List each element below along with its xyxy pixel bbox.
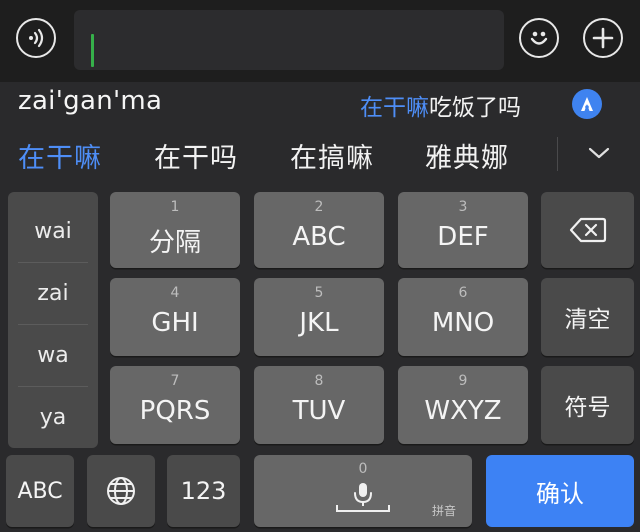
key-label: JKL (299, 308, 339, 338)
key-label: MNO (431, 308, 495, 338)
key-label: ABC (292, 222, 346, 252)
key-label: 分隔 (148, 228, 201, 258)
key-4[interactable]: 4 GHI (110, 278, 240, 356)
key-number: 7 (170, 373, 180, 389)
candidate-item[interactable]: 在干嘛 (18, 136, 102, 175)
key-8[interactable]: 8 TUV (254, 366, 384, 444)
num123-label: 123 (180, 477, 227, 505)
side-pinyin-item[interactable]: ya (8, 386, 98, 448)
t9-keyboard: wai zai wa ya 1 分隔 2 ABC 3 DEF 4 GHI 5 J… (0, 182, 640, 532)
symbols-button[interactable]: 符号 (541, 366, 634, 444)
key-label: DEF (437, 222, 489, 252)
confirm-label: 确认 (536, 479, 584, 508)
phrase-prediction[interactable]: 在干嘛吃饭了吗 (360, 88, 521, 122)
key-number: 6 (458, 285, 468, 301)
side-pinyin-item[interactable]: zai (8, 262, 98, 324)
key-2[interactable]: 2 ABC (254, 192, 384, 268)
key-1[interactable]: 1 分隔 (110, 192, 240, 268)
key-number: 8 (314, 373, 324, 389)
space-mode-tag: 拼音 (431, 504, 456, 518)
voice-input-button[interactable] (16, 18, 56, 58)
numeric-switch-button[interactable]: 123 (167, 455, 240, 527)
ai-assistant-icon[interactable] (572, 89, 602, 119)
chevron-down-icon (588, 147, 610, 159)
candidate-divider (557, 137, 558, 171)
side-pinyin-item[interactable]: wa (8, 324, 98, 386)
candidate-item[interactable]: 在搞嘛 (290, 136, 374, 175)
backspace-icon (569, 217, 606, 243)
backspace-button[interactable] (541, 192, 634, 268)
emoji-button[interactable] (519, 18, 559, 58)
text-caret (91, 34, 94, 67)
space-number: 0 (358, 461, 368, 477)
candidate-item[interactable]: 在干吗 (154, 136, 238, 175)
key-number: 4 (170, 285, 180, 301)
symbols-label: 符号 (564, 395, 611, 421)
voice-wave-icon (29, 28, 44, 48)
chat-input-bar (0, 0, 640, 82)
clear-label: 清空 (564, 307, 611, 333)
key-label: GHI (151, 308, 199, 338)
expand-candidates-button[interactable] (584, 142, 614, 164)
smiley-icon (530, 31, 548, 45)
pinyin-side-list[interactable]: wai zai wa ya (8, 192, 98, 448)
abc-switch-button[interactable]: ABC (6, 455, 74, 527)
globe-icon (107, 477, 135, 505)
confirm-button[interactable]: 确认 (486, 455, 634, 527)
key-number: 3 (458, 199, 468, 215)
key-9[interactable]: 9 WXYZ (398, 366, 528, 444)
key-5[interactable]: 5 JKL (254, 278, 384, 356)
key-number: 2 (314, 199, 324, 215)
plus-icon (592, 27, 614, 49)
globe-wrap (87, 455, 155, 527)
key-3[interactable]: 3 DEF (398, 192, 528, 268)
pinyin-composition: zai'gan'ma (18, 86, 163, 116)
candidate-item[interactable]: 雅典娜 (425, 136, 509, 175)
key-number: 5 (314, 285, 324, 301)
space-key[interactable]: 0 拼音 (254, 455, 472, 527)
prediction-highlight: 在干嘛 (360, 95, 429, 121)
key-number: 9 (458, 373, 468, 389)
abc-label: ABC (17, 478, 63, 504)
globe-button[interactable] (87, 455, 155, 527)
key-6[interactable]: 6 MNO (398, 278, 528, 356)
key-label: PQRS (139, 396, 211, 426)
ai-glyph-icon (581, 97, 593, 111)
key-label: TUV (292, 396, 346, 426)
microphone-icon (336, 483, 390, 512)
composition-row: zai'gan'ma 在干嘛吃饭了吗 (0, 82, 640, 124)
message-text-field[interactable] (74, 10, 504, 70)
clear-button[interactable]: 清空 (541, 278, 634, 356)
prediction-rest: 吃饭了吗 (429, 95, 521, 121)
key-7[interactable]: 7 PQRS (110, 366, 240, 444)
candidate-bar: 在干嘛 在干吗 在搞嘛 雅典娜 (0, 124, 640, 182)
key-number: 1 (170, 199, 180, 215)
side-pinyin-item[interactable]: wai (8, 200, 98, 262)
key-label: WXYZ (424, 396, 502, 426)
plus-button[interactable] (583, 18, 623, 58)
backspace-wrap (541, 192, 634, 268)
